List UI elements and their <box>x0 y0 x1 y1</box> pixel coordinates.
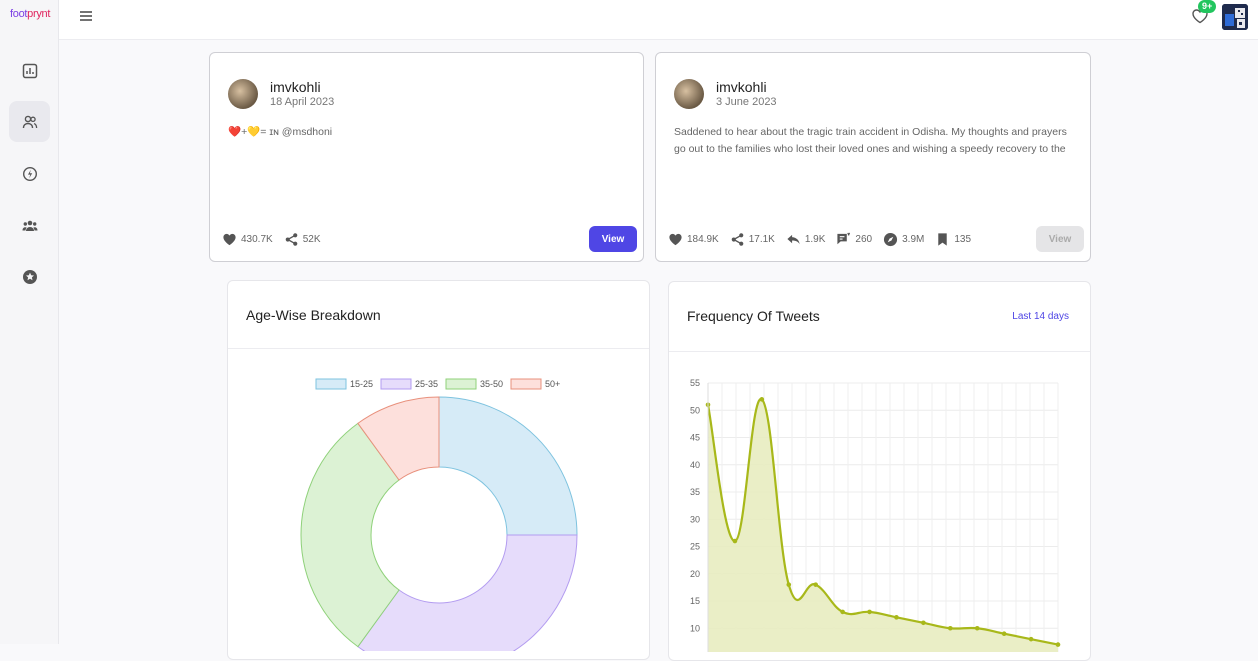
data-point <box>867 609 872 615</box>
post-text: Saddened to hear about the tragic train … <box>674 126 1067 155</box>
sidebar: footprynt <box>0 0 59 644</box>
data-point <box>1001 631 1007 636</box>
y-tick-label: 55 <box>690 378 700 388</box>
post-author: imvkohli <box>716 79 767 95</box>
impressions-stat: 3.9M <box>883 232 924 247</box>
data-point <box>1055 642 1061 647</box>
data-point <box>921 620 926 626</box>
post-stats: 184.9K 17.1K 1.9K 260 3.9M 135 <box>668 232 971 247</box>
hamburger-menu-icon[interactable] <box>79 10 93 22</box>
shares-stat: 17.1K <box>730 232 775 247</box>
data-point <box>813 582 818 587</box>
shares-stat: 52K <box>284 232 321 247</box>
likes-stat: 184.9K <box>668 232 719 247</box>
replies-stat: 1.9K <box>786 232 825 247</box>
tweet-frequency-card: Frequency Of Tweets Last 14 days 10 15 20 2… <box>668 281 1091 661</box>
age-donut-chart: 15-25 25-35 35-50 50+ <box>300 378 578 651</box>
user-avatar[interactable] <box>1222 4 1248 30</box>
legend-label: 35-50 <box>480 379 503 389</box>
sidebar-item-favorites[interactable] <box>9 256 50 297</box>
post-card: imvkohli 3 June 2023 Saddened to hear ab… <box>655 52 1091 262</box>
bolt-icon <box>22 166 37 181</box>
legend-label: 25-35 <box>415 379 438 389</box>
bookmark-icon <box>938 233 948 246</box>
likes-stat: 430.7K <box>222 232 273 247</box>
y-tick-label: 40 <box>690 460 700 470</box>
heart-icon <box>669 233 682 246</box>
chart-title: Frequency Of Tweets <box>687 308 820 324</box>
y-tick-label: 15 <box>690 596 700 606</box>
notification-badge: 9+ <box>1198 0 1217 13</box>
donut-slice <box>438 396 578 536</box>
legend-swatch <box>445 378 477 390</box>
bookmarks-stat: 135 <box>935 232 971 247</box>
y-tick-label: 35 <box>690 487 700 497</box>
age-breakdown-card: Age-Wise Breakdown 15-25 25-35 35-50 50+ <box>227 280 650 660</box>
data-point <box>759 397 765 402</box>
legend-swatch <box>380 378 412 390</box>
heart-icon <box>223 233 236 246</box>
post-author: imvkohli <box>270 79 321 95</box>
share-icon <box>731 233 744 246</box>
post-text: ❤️+💛= ɪɴ @msdhoni <box>228 126 333 138</box>
data-point <box>948 625 953 631</box>
sidebar-item-activity[interactable] <box>9 153 50 194</box>
users-icon <box>22 115 37 128</box>
post-author-avatar <box>228 79 258 109</box>
y-tick-label: 25 <box>690 542 700 552</box>
legend-label: 15-25 <box>350 379 373 389</box>
sidebar-item-users[interactable] <box>9 101 50 142</box>
star-icon <box>22 269 37 284</box>
divider <box>228 348 649 349</box>
sidebar-item-audience[interactable] <box>9 205 50 246</box>
quote-icon <box>837 232 851 245</box>
data-point <box>786 582 792 587</box>
post-author-avatar <box>674 79 704 109</box>
view-post-button[interactable]: View <box>589 226 637 252</box>
range-selector-link[interactable]: Last 14 days <box>1012 311 1069 322</box>
legend-swatch <box>510 378 542 390</box>
top-bar: 9+ <box>59 0 1258 40</box>
tweet-frequency-chart: 10 15 20 25 30 35 40 45 50 55 <box>690 378 1061 652</box>
sidebar-item-dashboard[interactable] <box>9 50 50 91</box>
data-point <box>732 538 738 544</box>
y-tick-label: 20 <box>690 569 700 579</box>
data-point <box>894 615 899 620</box>
y-tick-label: 50 <box>690 405 700 415</box>
chart-title: Age-Wise Breakdown <box>246 307 381 323</box>
data-point <box>974 625 980 631</box>
y-tick-label: 45 <box>690 433 700 443</box>
view-post-button[interactable]: View <box>1036 226 1084 252</box>
group-icon <box>22 220 37 231</box>
data-point <box>840 609 845 615</box>
post-stats: 430.7K 52K <box>222 232 321 247</box>
share-icon <box>285 233 298 246</box>
legend-label: 50+ <box>545 379 560 389</box>
y-tick-label: 30 <box>690 514 700 524</box>
post-card: imvkohli 18 April 2023 ❤️+💛= ɪɴ @msdhoni… <box>209 52 644 262</box>
data-point <box>1028 636 1034 642</box>
y-tick-label: 10 <box>690 623 700 633</box>
quotes-stat: 260 <box>836 232 872 247</box>
post-date: 18 April 2023 <box>270 96 335 108</box>
legend-swatch <box>315 378 347 390</box>
compass-icon <box>884 232 898 247</box>
post-date: 3 June 2023 <box>716 96 777 108</box>
app-logo[interactable]: footprynt <box>10 8 50 20</box>
reply-icon <box>787 234 800 245</box>
chart-icon <box>22 63 37 78</box>
